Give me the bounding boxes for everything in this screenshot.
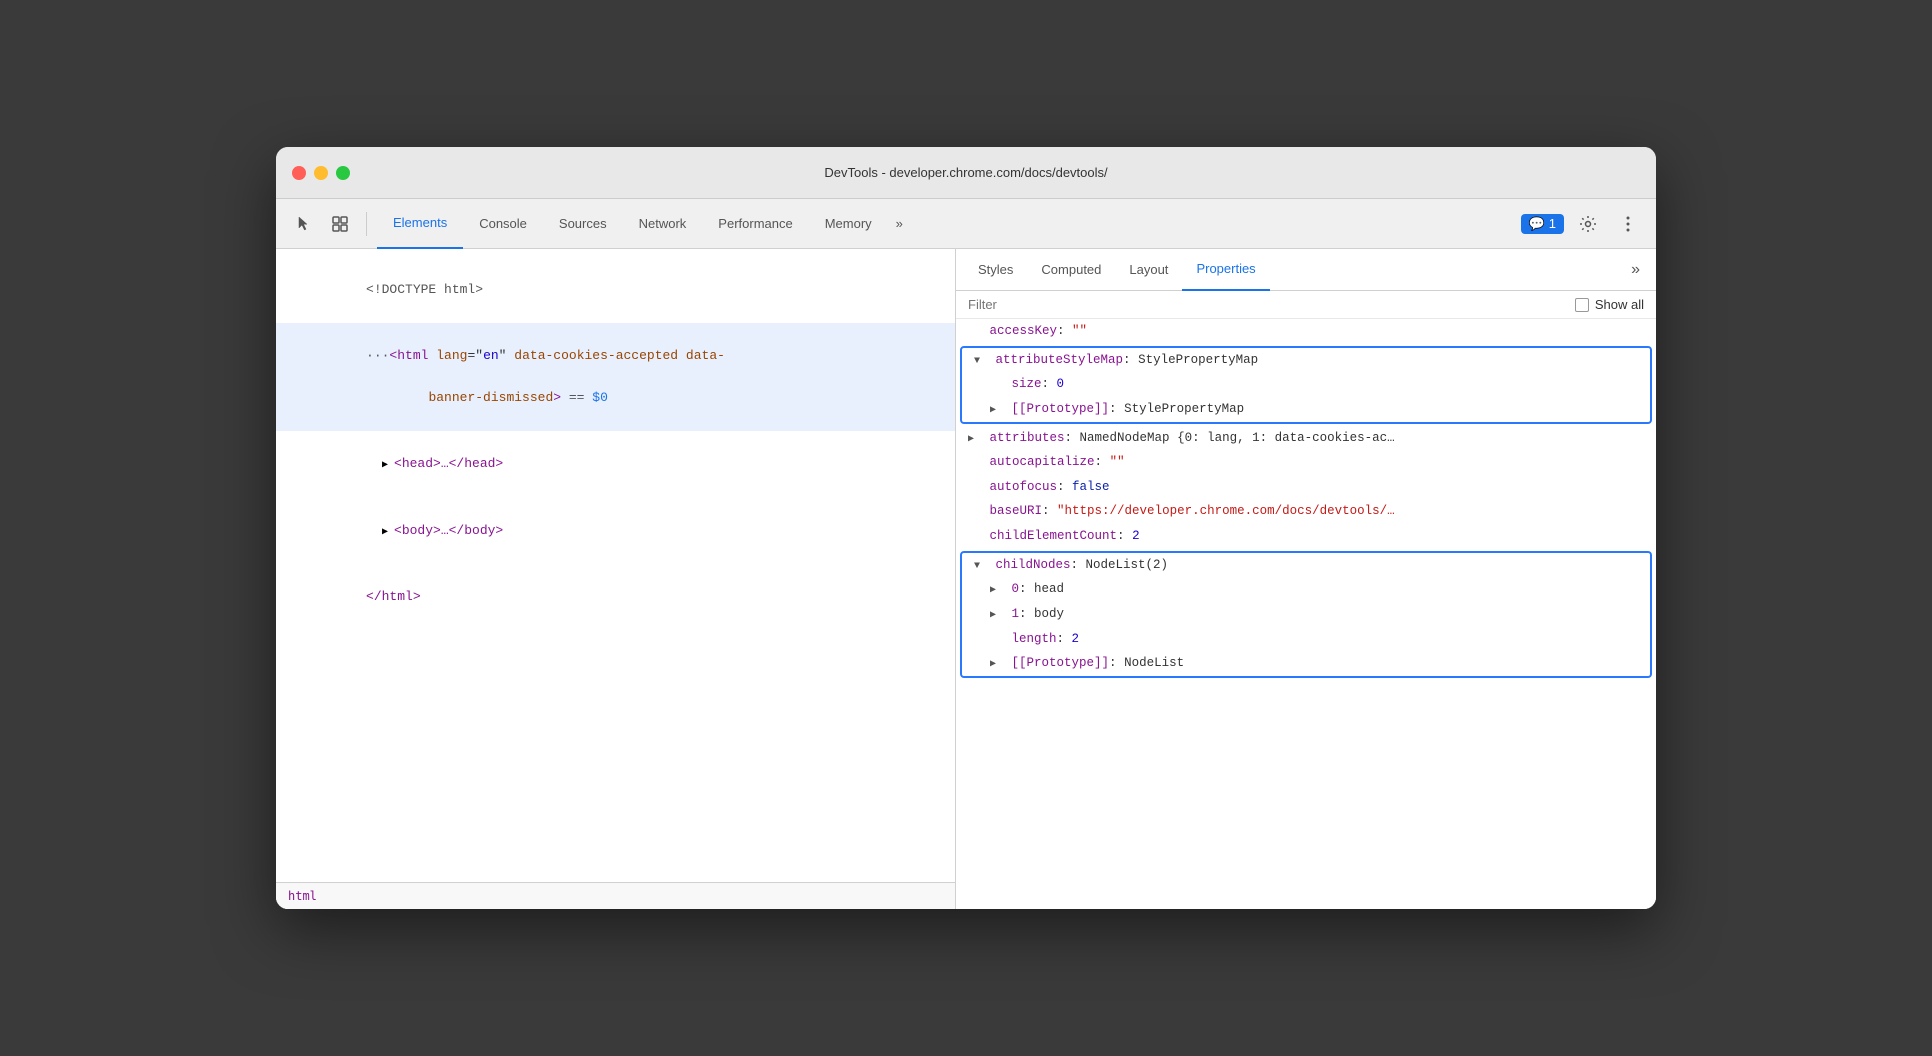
more-options-button[interactable]	[1612, 208, 1644, 240]
attributestylemap-triangle[interactable]	[974, 350, 988, 371]
prop-childelementcount: childElementCount: 2	[956, 524, 1656, 549]
prop-prototype-nodelist[interactable]: [[Prototype]]: NodeList	[962, 651, 1650, 676]
prop-autocapitalize: autocapitalize: ""	[956, 450, 1656, 475]
tab-sources[interactable]: Sources	[543, 199, 623, 249]
head-triangle[interactable]	[382, 454, 394, 475]
attribute-style-map-box: attributeStyleMap: StylePropertyMap size…	[960, 346, 1652, 424]
properties-list: accessKey: "" attributeStyleMap: StylePr…	[956, 319, 1656, 909]
show-all-checkbox[interactable]	[1575, 298, 1589, 312]
prototype-nodelist-triangle[interactable]	[990, 653, 1004, 674]
prop-childnodes[interactable]: childNodes: NodeList(2)	[962, 553, 1650, 578]
childnodes-1-triangle[interactable]	[990, 604, 1004, 625]
traffic-lights	[292, 166, 350, 180]
titlebar: DevTools - developer.chrome.com/docs/dev…	[276, 147, 1656, 199]
more-tabs-button[interactable]: »	[888, 212, 911, 235]
prop-childnodes-0[interactable]: 0: head	[962, 577, 1650, 602]
childnodes-triangle[interactable]	[974, 555, 988, 576]
prop-childnodes-1[interactable]: 1: body	[962, 602, 1650, 627]
filter-bar: Show all	[956, 291, 1656, 319]
tab-properties[interactable]: Properties	[1182, 249, 1269, 291]
tab-computed[interactable]: Computed	[1027, 249, 1115, 291]
sub-tabs: Styles Computed Layout Properties »	[956, 249, 1656, 291]
prop-attributes[interactable]: attributes: NamedNodeMap {0: lang, 1: da…	[956, 426, 1656, 451]
tab-layout[interactable]: Layout	[1115, 249, 1182, 291]
prop-baseuri: baseURI: "https://developer.chrome.com/d…	[956, 499, 1656, 524]
attributes-triangle[interactable]	[968, 428, 982, 449]
prop-childnodes-length: length: 2	[962, 627, 1650, 652]
childnodes-0-triangle[interactable]	[990, 579, 1004, 600]
toolbar-separator	[366, 212, 367, 236]
prototype-stylemap-triangle[interactable]	[990, 399, 1004, 420]
window-title: DevTools - developer.chrome.com/docs/dev…	[824, 165, 1107, 180]
body-line[interactable]: <body>…</body>	[276, 498, 955, 564]
tab-styles[interactable]: Styles	[964, 249, 1027, 291]
tab-console[interactable]: Console	[463, 199, 543, 249]
breadcrumb: html	[276, 882, 955, 909]
show-all-label[interactable]: Show all	[1575, 297, 1644, 312]
head-line[interactable]: <head>…</head>	[276, 431, 955, 497]
tab-network[interactable]: Network	[623, 199, 703, 249]
body-triangle[interactable]	[382, 521, 394, 542]
dom-panel: <!DOCTYPE html> ···<html lang="en" data-…	[276, 249, 956, 909]
filter-input[interactable]	[968, 297, 1575, 312]
prop-prototype-stylemap[interactable]: [[Prototype]]: StylePropertyMap	[962, 397, 1650, 422]
cursor-icon[interactable]	[288, 208, 320, 240]
child-nodes-box: childNodes: NodeList(2) 0: head 1: body …	[960, 551, 1652, 678]
devtools-window: DevTools - developer.chrome.com/docs/dev…	[276, 147, 1656, 909]
toolbar-right: 💬 1	[1521, 208, 1644, 240]
toolbar: Elements Console Sources Network Perform…	[276, 199, 1656, 249]
tab-memory[interactable]: Memory	[809, 199, 888, 249]
doctype-line: <!DOCTYPE html>	[276, 257, 955, 323]
tab-performance[interactable]: Performance	[702, 199, 808, 249]
html-tag-line[interactable]: ···<html lang="en" data-cookies-accepted…	[276, 323, 955, 431]
close-button[interactable]	[292, 166, 306, 180]
minimize-button[interactable]	[314, 166, 328, 180]
prop-accesskey: accessKey: ""	[956, 319, 1656, 344]
doctype-text: <!DOCTYPE html>	[366, 282, 483, 297]
settings-button[interactable]	[1572, 208, 1604, 240]
html-close-line: </html>	[276, 564, 955, 630]
chat-button[interactable]: 💬 1	[1521, 214, 1564, 234]
prop-size: size: 0	[962, 372, 1650, 397]
chat-count: 1	[1549, 216, 1556, 231]
inspect-icon[interactable]	[324, 208, 356, 240]
prop-autofocus: autofocus: false	[956, 475, 1656, 500]
properties-panel: Styles Computed Layout Properties » Sh	[956, 249, 1656, 909]
toolbar-tabs: Elements Console Sources Network Perform…	[377, 199, 911, 249]
tab-elements[interactable]: Elements	[377, 199, 463, 249]
more-sub-tabs[interactable]: »	[1623, 257, 1648, 283]
prop-attributestylemap[interactable]: attributeStyleMap: StylePropertyMap	[962, 348, 1650, 373]
maximize-button[interactable]	[336, 166, 350, 180]
chat-icon: 💬	[1529, 216, 1545, 232]
main-content: <!DOCTYPE html> ···<html lang="en" data-…	[276, 249, 1656, 909]
dom-tree: <!DOCTYPE html> ···<html lang="en" data-…	[276, 249, 955, 882]
